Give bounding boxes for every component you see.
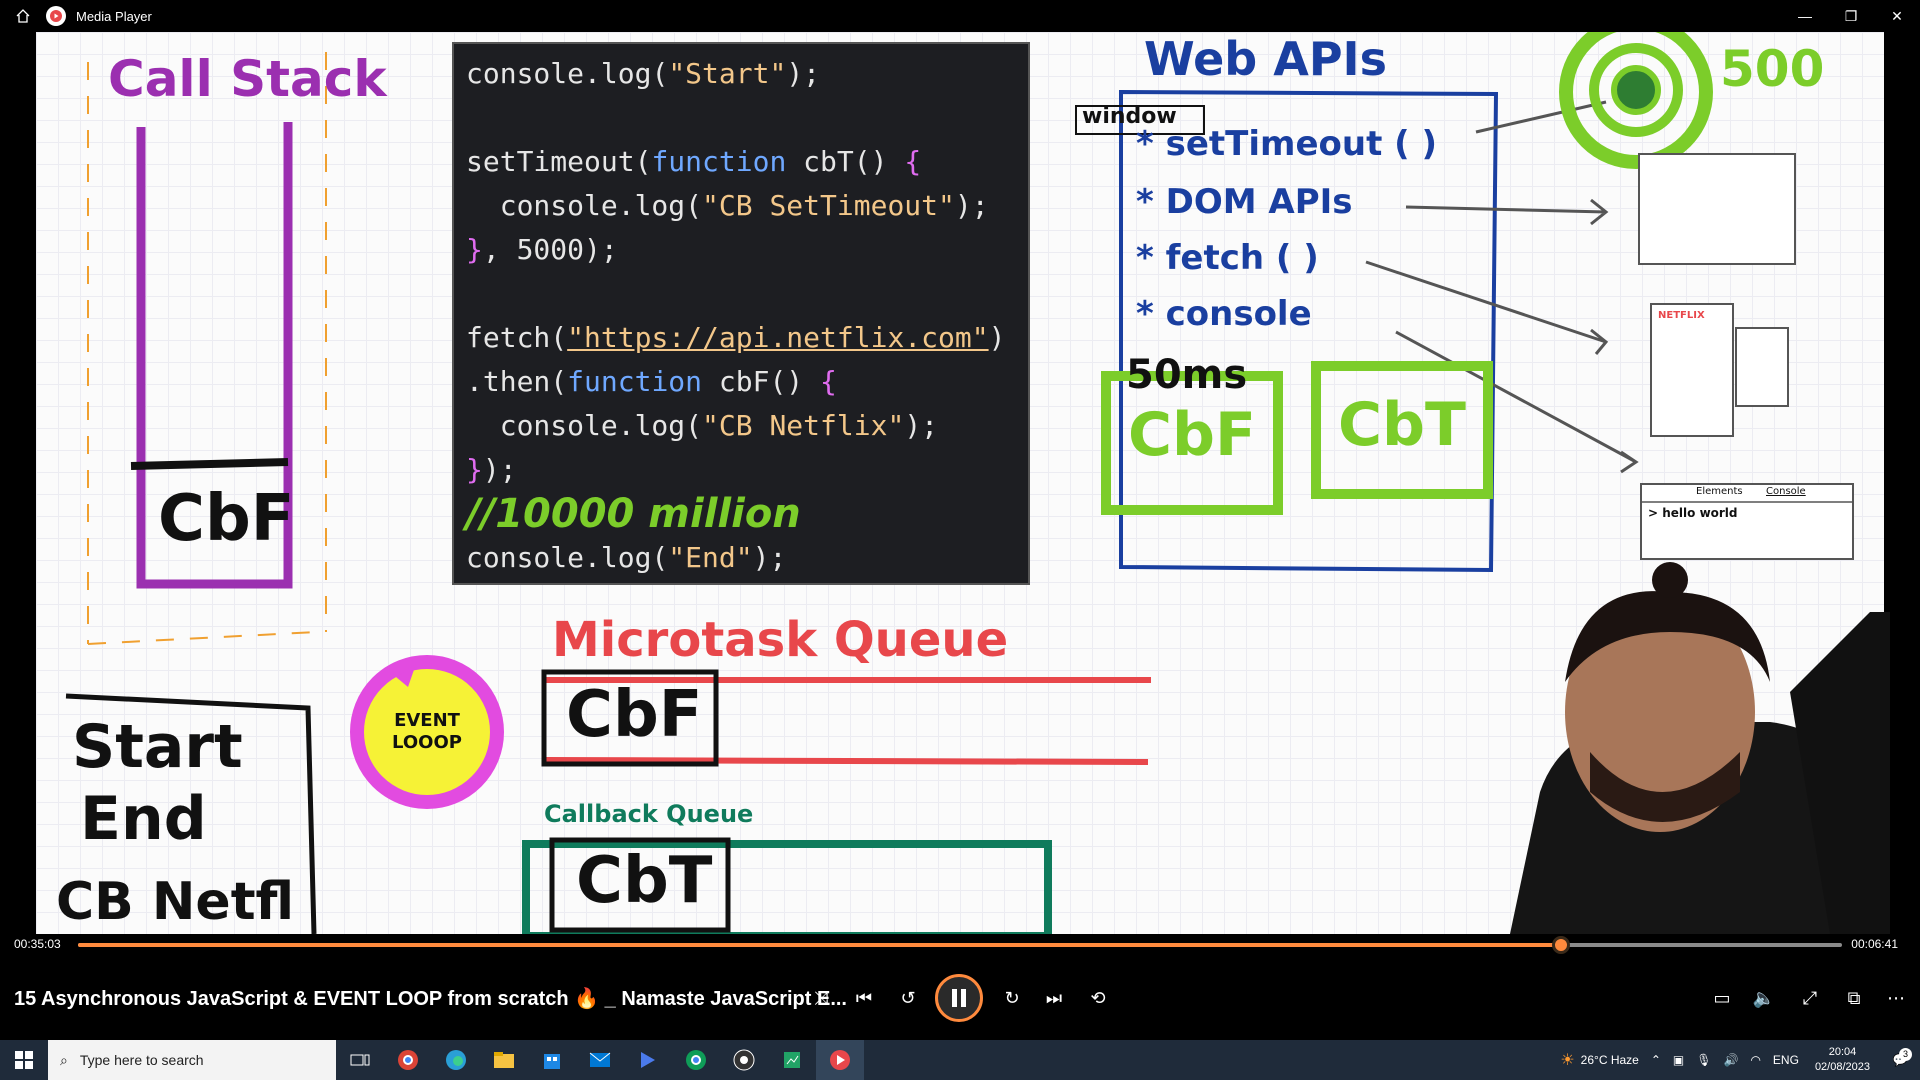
clock-time: 20:04 bbox=[1828, 1046, 1857, 1058]
code-hand-comment: //10000 million bbox=[466, 491, 801, 537]
speaker-icon[interactable]: 🔊 bbox=[1717, 1053, 1744, 1067]
web-api-fetch: * fetch ( ) bbox=[1136, 238, 1319, 278]
previous-icon[interactable]: ⏮ bbox=[848, 982, 880, 1014]
home-icon[interactable] bbox=[0, 0, 46, 32]
taskbar: ⌕ Type here to search ☀ 26°C Haze ⌃ ▣ 🎙 … bbox=[0, 1040, 1920, 1080]
event-loop-label: EVENT LOOOP bbox=[392, 710, 462, 753]
devtools-tab-elements: Elements bbox=[1696, 486, 1743, 497]
system-tray: ☀ 26°C Haze ⌃ ▣ 🎙 🔊 ◠ ENG 20:04 02/08/20… bbox=[1554, 1040, 1920, 1080]
microtask-queue-title: Microtask Queue bbox=[552, 612, 1009, 668]
video-viewport[interactable]: Call Stack CbF console.log("Start"); set… bbox=[0, 32, 1920, 934]
task-view-icon[interactable] bbox=[336, 1040, 384, 1080]
obs-icon[interactable] bbox=[720, 1040, 768, 1080]
code-line-3: setTimeout(function cbT() { bbox=[466, 145, 922, 178]
seek-thumb[interactable] bbox=[1551, 936, 1570, 954]
remaining-time: 00:06:41 bbox=[1851, 937, 1898, 951]
web-api-dom: * DOM APIs bbox=[1136, 182, 1353, 222]
clock-date: 02/08/2023 bbox=[1814, 1061, 1870, 1073]
title-bar: Media Player — ❐ ✕ bbox=[0, 0, 1920, 32]
repeat-off-icon[interactable]: ⟲ bbox=[1082, 982, 1114, 1014]
timer-label: 50ms bbox=[1126, 352, 1248, 398]
chrome-icon[interactable] bbox=[384, 1040, 432, 1080]
close-button[interactable]: ✕ bbox=[1874, 0, 1920, 32]
console-output-end: End bbox=[80, 784, 207, 854]
call-stack-frame: CbF bbox=[158, 482, 295, 556]
seek-bar[interactable] bbox=[78, 943, 1842, 947]
power-automate-icon[interactable] bbox=[624, 1040, 672, 1080]
current-time: 00:35:03 bbox=[14, 937, 61, 951]
search-placeholder: Type here to search bbox=[79, 1052, 204, 1068]
fullscreen-icon[interactable]: ⤢ bbox=[1794, 982, 1826, 1014]
search-icon: ⌕ bbox=[60, 1051, 68, 1068]
app-title: Media Player bbox=[76, 8, 152, 24]
web-api-cbf: CbF bbox=[1128, 400, 1256, 470]
windows-start-icon[interactable] bbox=[0, 1040, 48, 1080]
video-title: 15 Asynchronous JavaScript & EVENT LOOP … bbox=[14, 988, 847, 1010]
web-api-settimeout: * setTimeout ( ) bbox=[1136, 124, 1438, 164]
call-stack-title: Call Stack bbox=[108, 50, 387, 108]
store-icon[interactable] bbox=[528, 1040, 576, 1080]
web-apis-title: Web APIs bbox=[1144, 32, 1388, 86]
callback-queue-title: Callback Queue bbox=[544, 800, 754, 828]
timer-number: 500 bbox=[1720, 40, 1825, 98]
next-icon[interactable]: ⏭ bbox=[1038, 982, 1070, 1014]
meet-now-icon[interactable]: ▣ bbox=[1667, 1053, 1690, 1067]
volume-icon[interactable]: 🔈 bbox=[1748, 982, 1780, 1014]
media-player-taskbar-icon[interactable] bbox=[816, 1040, 864, 1080]
web-api-console: * console bbox=[1136, 294, 1312, 334]
code-line-9: console.log("CB Netflix"); bbox=[466, 409, 939, 442]
microphone-icon[interactable]: 🎙 bbox=[1690, 1053, 1717, 1067]
mail-icon[interactable] bbox=[576, 1040, 624, 1080]
pause-button[interactable] bbox=[935, 974, 983, 1022]
edge-icon[interactable] bbox=[432, 1040, 480, 1080]
notifications-icon[interactable]: 💬 3 bbox=[1880, 1048, 1920, 1067]
spreadsheet-icon[interactable] bbox=[768, 1040, 816, 1080]
code-line-8: .then(function cbF() { bbox=[466, 365, 837, 398]
code-line-4: console.log("CB SetTimeout"); bbox=[466, 189, 989, 222]
chrome-profile-icon[interactable] bbox=[672, 1040, 720, 1080]
microtask-queue-item: CbF bbox=[566, 678, 703, 752]
callback-queue-item: CbT bbox=[576, 844, 713, 918]
presenter-webcam bbox=[1510, 562, 1890, 934]
netflix-sketch-label: NETFLIX bbox=[1658, 310, 1705, 321]
subtitles-icon[interactable]: ▭ bbox=[1706, 982, 1738, 1014]
restore-button[interactable]: ❐ bbox=[1828, 0, 1874, 32]
weather-widget[interactable]: ☀ 26°C Haze bbox=[1554, 1050, 1645, 1070]
code-line-10: }); bbox=[466, 453, 517, 486]
seek-bar-progress bbox=[78, 943, 1561, 947]
code-line-12: console.log("End"); bbox=[466, 541, 787, 574]
code-line-7: fetch("https://api.netflix.com") bbox=[466, 321, 1006, 354]
notification-count: 3 bbox=[1899, 1048, 1912, 1061]
language-indicator[interactable]: ENG bbox=[1767, 1053, 1805, 1067]
player-controls: 00:35:03 00:06:41 15 Asynchronous JavaSc… bbox=[0, 920, 1920, 1040]
media-player-app-icon bbox=[46, 6, 66, 26]
shuffle-icon[interactable]: ⤨ bbox=[805, 982, 837, 1014]
code-panel: console.log("Start"); setTimeout(functio… bbox=[452, 42, 1030, 585]
code-line-1: console.log("Start"); bbox=[466, 57, 821, 90]
weather-text: 26°C Haze bbox=[1580, 1053, 1639, 1067]
rewind-10-icon[interactable]: ↺ bbox=[892, 982, 924, 1014]
code-line-5: }, 5000); bbox=[466, 233, 618, 266]
clock[interactable]: 20:04 02/08/2023 bbox=[1805, 1045, 1880, 1075]
minimize-button[interactable]: — bbox=[1782, 0, 1828, 32]
forward-30-icon[interactable]: ↻ bbox=[996, 982, 1028, 1014]
file-explorer-icon[interactable] bbox=[480, 1040, 528, 1080]
devtools-hello-world: > hello world bbox=[1648, 506, 1738, 520]
pause-icon bbox=[952, 989, 966, 1007]
hidden-icons-chevron-icon[interactable]: ⌃ bbox=[1645, 1053, 1667, 1067]
wifi-icon[interactable]: ◠ bbox=[1744, 1053, 1766, 1067]
web-api-cbt: CbT bbox=[1338, 390, 1466, 460]
more-icon[interactable]: ⋯ bbox=[1880, 982, 1912, 1014]
taskbar-search[interactable]: ⌕ Type here to search bbox=[48, 1040, 336, 1080]
devtools-tab-console: Console bbox=[1766, 486, 1806, 497]
weather-icon: ☀ bbox=[1560, 1052, 1575, 1069]
mini-view-icon[interactable]: ⧉ bbox=[1838, 982, 1870, 1014]
console-output-start: Start bbox=[72, 712, 243, 782]
